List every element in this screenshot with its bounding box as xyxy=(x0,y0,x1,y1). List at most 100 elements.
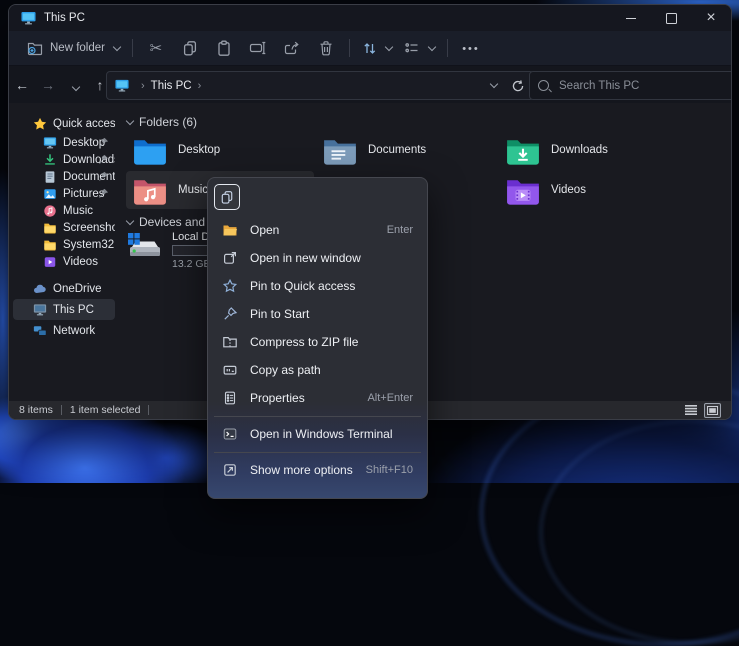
close-button[interactable] xyxy=(691,5,731,31)
search-icon xyxy=(538,80,549,91)
menu-item-label: Open in Windows Terminal xyxy=(250,427,413,441)
pictures-icon xyxy=(43,187,57,201)
paste-button[interactable] xyxy=(207,40,241,57)
see-more-button[interactable] xyxy=(454,39,488,57)
share-button[interactable] xyxy=(275,40,309,56)
sidebar-item-documents[interactable]: Documents xyxy=(13,168,115,185)
sidebar-item-label: Quick access xyxy=(53,118,115,130)
items-count: 8 items xyxy=(19,404,53,416)
menu-item-label: Properties xyxy=(250,391,367,405)
new-folder-button[interactable]: New folder xyxy=(21,37,126,60)
details-view-button[interactable] xyxy=(683,404,698,417)
downloads-folder-icon xyxy=(505,136,541,165)
copy-button[interactable] xyxy=(173,40,207,57)
menu-item-open[interactable]: Open Enter xyxy=(212,216,423,244)
sidebar-item-onedrive[interactable]: OneDrive xyxy=(13,278,115,299)
folder-tile-desktop[interactable]: Desktop xyxy=(126,131,314,169)
maximize-button[interactable] xyxy=(651,5,691,31)
title-bar[interactable]: This PC xyxy=(9,5,731,31)
folder-tile-documents[interactable]: Documents xyxy=(316,131,504,169)
sidebar-item-system32[interactable]: System32 xyxy=(13,236,115,253)
folders-section-header[interactable]: Folders (6) xyxy=(127,115,197,129)
menu-item-show-more-options[interactable]: Show more options Shift+F10 xyxy=(212,456,423,484)
cut-button[interactable] xyxy=(139,39,173,58)
delete-button[interactable] xyxy=(309,40,343,57)
menu-separator xyxy=(214,452,421,453)
copy-path-icon xyxy=(222,362,238,378)
address-dropdown-chevron-icon[interactable] xyxy=(490,80,498,88)
paste-icon xyxy=(216,40,232,57)
selection-count: 1 item selected xyxy=(70,404,141,416)
copy-icon xyxy=(220,190,234,205)
menu-item-label: Copy as path xyxy=(250,363,413,377)
back-button[interactable] xyxy=(9,77,35,93)
sidebar-item-desktop[interactable]: Desktop xyxy=(13,134,115,151)
sidebar-item-label: This PC xyxy=(53,304,94,316)
sidebar-item-label: OneDrive xyxy=(53,283,102,295)
pin-icon xyxy=(98,154,109,165)
zip-folder-icon xyxy=(222,334,238,350)
refresh-icon xyxy=(511,79,525,93)
breadcrumb-item-this-pc[interactable]: This PC xyxy=(151,80,192,92)
search-input[interactable] xyxy=(557,79,732,93)
refresh-button[interactable] xyxy=(511,79,525,93)
sidebar-item-downloads[interactable]: Downloads xyxy=(13,151,115,168)
sidebar-item-screenshots[interactable]: Screenshots xyxy=(13,219,115,236)
chevron-down-icon xyxy=(71,82,79,90)
folder-tile-downloads[interactable]: Downloads xyxy=(499,131,687,169)
pin-icon xyxy=(98,171,109,182)
search-box[interactable] xyxy=(529,71,732,100)
sidebar-item-label: Screenshots xyxy=(63,222,115,234)
document-icon xyxy=(43,170,57,184)
folder-tile-label: Documents xyxy=(368,144,426,156)
sidebar-item-pictures[interactable]: Pictures xyxy=(13,185,115,202)
chevron-down-icon xyxy=(113,42,121,50)
recent-locations-button[interactable] xyxy=(61,77,87,93)
window-title: This PC xyxy=(44,12,85,24)
status-separator xyxy=(61,405,62,415)
menu-item-pin-to-quick-access[interactable]: Pin to Quick access xyxy=(212,272,423,300)
folder-tile-videos[interactable]: Videos xyxy=(499,171,687,209)
sort-button[interactable] xyxy=(356,37,398,60)
menu-item-copy-as-path[interactable]: Copy as path xyxy=(212,356,423,384)
menu-item-label: Open xyxy=(250,223,387,237)
sidebar-item-videos[interactable]: Videos xyxy=(13,253,115,270)
toolbar-separator xyxy=(349,39,350,57)
details-view-icon xyxy=(685,405,697,415)
sidebar-item-label: Network xyxy=(53,325,95,337)
large-icons-view-button[interactable] xyxy=(704,403,721,418)
menu-item-properties[interactable]: Properties Alt+Enter xyxy=(212,384,423,412)
menu-separator xyxy=(214,416,421,417)
forward-button[interactable] xyxy=(35,77,61,93)
cut-icon xyxy=(150,39,163,58)
sidebar-item-this-pc[interactable]: This PC xyxy=(13,299,115,320)
download-icon xyxy=(43,153,57,167)
address-bar: › This PC › xyxy=(9,66,731,103)
cloud-icon xyxy=(33,282,47,296)
menu-item-label: Open in new window xyxy=(250,251,413,265)
copy-command-button[interactable] xyxy=(214,184,240,210)
minimize-button[interactable] xyxy=(611,5,651,31)
large-icons-view-icon xyxy=(707,406,718,415)
menu-item-pin-to-start[interactable]: Pin to Start xyxy=(212,300,423,328)
documents-folder-icon xyxy=(322,136,358,165)
pin-icon xyxy=(98,137,109,148)
videos-icon xyxy=(43,255,57,269)
view-button[interactable] xyxy=(398,37,441,59)
terminal-icon xyxy=(222,426,238,442)
this-pc-icon xyxy=(21,11,36,25)
sidebar-item-network[interactable]: Network xyxy=(13,320,115,341)
rename-button[interactable] xyxy=(241,40,275,56)
menu-item-open-in-windows-terminal[interactable]: Open in Windows Terminal xyxy=(212,420,423,448)
sidebar-item-quick-access[interactable]: Quick access xyxy=(13,113,115,134)
sidebar-item-music[interactable]: Music xyxy=(13,202,115,219)
menu-item-compress-to-zip[interactable]: Compress to ZIP file xyxy=(212,328,423,356)
hard-drive-icon xyxy=(126,231,164,263)
delete-icon xyxy=(318,40,334,57)
breadcrumb[interactable]: › This PC › xyxy=(106,71,534,100)
chevron-right-icon: › xyxy=(141,80,145,92)
open-new-window-icon xyxy=(222,250,238,266)
chevron-down-icon xyxy=(126,216,134,224)
menu-item-open-in-new-window[interactable]: Open in new window xyxy=(212,244,423,272)
context-menu: Open Enter Open in new window Pin to Qui… xyxy=(207,177,428,499)
